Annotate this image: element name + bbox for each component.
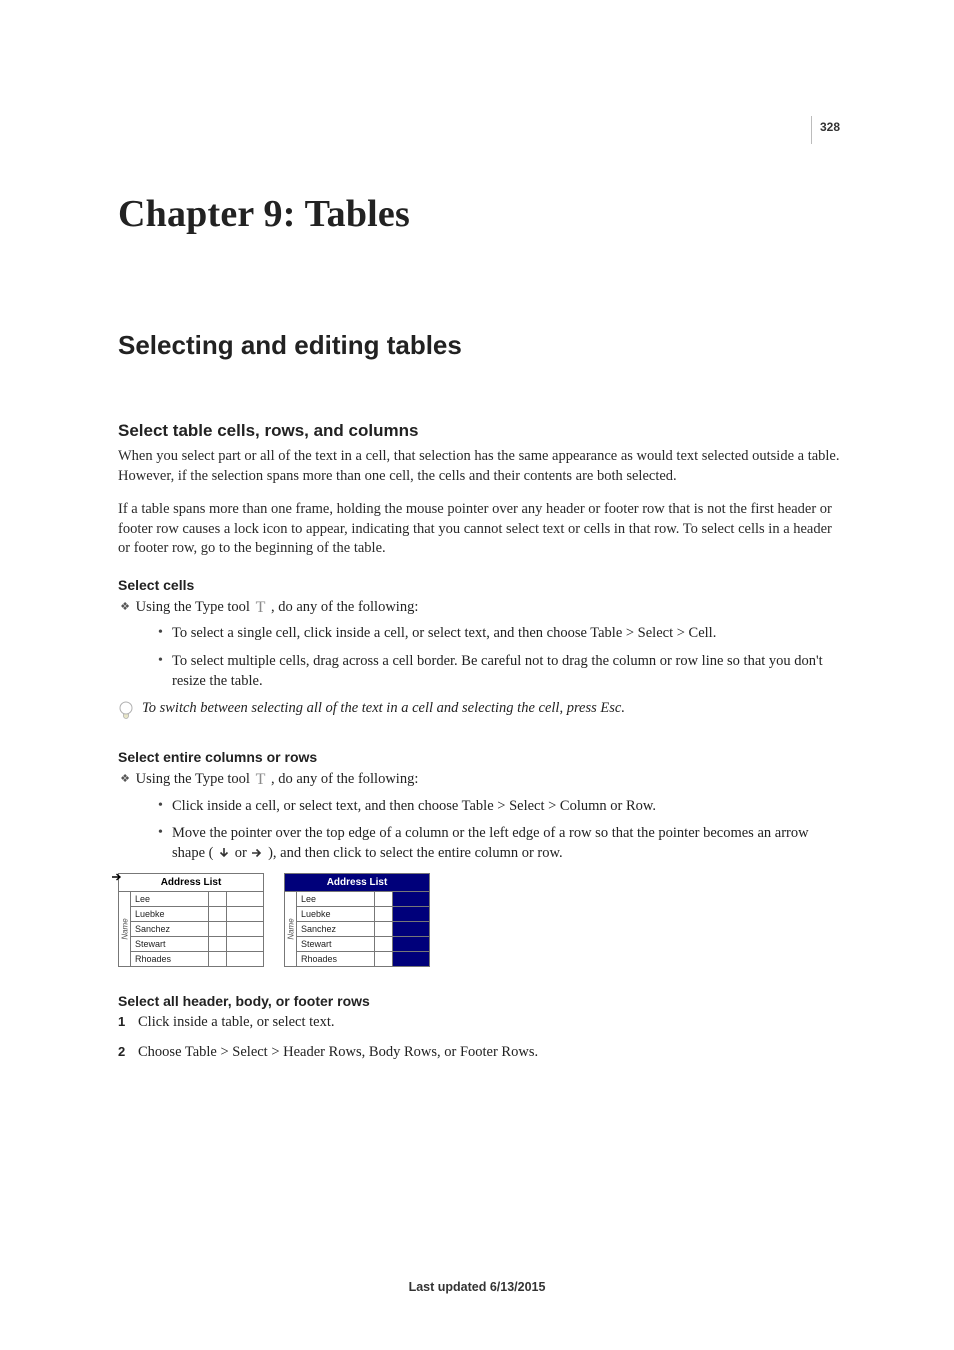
step-item: Choose Table > Select > Header Rows, Bod… [118, 1043, 840, 1063]
type-tool-icon: T [254, 597, 268, 619]
figure-cell: Luebke [297, 907, 375, 922]
figure-cell: Rhoades [131, 952, 209, 966]
figure-table-before: Address List Name Lee Luebke Sanchez Ste… [118, 873, 264, 967]
diamond-bullet-icon: ❖ [118, 600, 132, 615]
tip: To switch between selecting all of the t… [118, 699, 840, 721]
page-footer: Last updated 6/13/2015 [0, 1280, 954, 1294]
sub-heading: Select cells [118, 577, 840, 593]
topic-heading: Select table cells, rows, and columns [118, 421, 840, 441]
figure-cell: Lee [297, 892, 375, 907]
step-list: Click inside a table, or select text. Ch… [118, 1013, 840, 1062]
figure-cell: Stewart [297, 937, 375, 952]
lightbulb-icon [118, 701, 134, 721]
figure-cell: Luebke [131, 907, 209, 922]
list-item: Move the pointer over the top edge of a … [158, 824, 840, 863]
figure-cell: Lee [131, 892, 209, 907]
section-title: Selecting and editing tables [118, 330, 840, 361]
lead-line: ❖ Using the Type tool T , do any of the … [118, 597, 840, 619]
figure-header: Address List [285, 874, 429, 892]
arrow-right-icon [250, 846, 264, 860]
figure-side-label: Name [285, 892, 297, 966]
lead-text: , do any of the following: [271, 599, 418, 615]
bullet-list: Click inside a cell, or select text, and… [118, 797, 840, 864]
list-item: Click inside a cell, or select text, and… [158, 797, 840, 817]
figure-cell: Sanchez [297, 922, 375, 937]
page-number: 328 [820, 120, 840, 134]
figure-cell: Rhoades [297, 952, 375, 966]
sub-heading: Select all header, body, or footer rows [118, 993, 840, 1009]
tip-text: To switch between selecting all of the t… [142, 699, 625, 719]
lead-text: Using the Type tool [136, 599, 254, 615]
figure-side-label: Name [119, 892, 131, 966]
figure-cell: Stewart [131, 937, 209, 952]
list-item: To select multiple cells, drag across a … [158, 652, 840, 691]
diamond-bullet-icon: ❖ [118, 772, 132, 787]
page-number-rule [811, 116, 812, 144]
body-text: When you select part or all of the text … [118, 447, 840, 486]
type-tool-icon: T [254, 769, 268, 791]
page: 328 Chapter 9: Tables Selecting and edit… [0, 0, 954, 1350]
arrow-down-icon [217, 846, 231, 860]
sub-heading: Select entire columns or rows [118, 749, 840, 765]
list-item-text: or [235, 845, 251, 861]
lead-line: ❖ Using the Type tool T , do any of the … [118, 769, 840, 791]
list-item: To select a single cell, click inside a … [158, 624, 840, 644]
step-item: Click inside a table, or select text. [118, 1013, 840, 1033]
figure-header: Address List [119, 874, 263, 892]
body-text: If a table spans more than one frame, ho… [118, 500, 840, 559]
chapter-title: Chapter 9: Tables [118, 192, 840, 236]
figure: Address List Name Lee Luebke Sanchez Ste… [118, 873, 840, 967]
figure-cell: Sanchez [131, 922, 209, 937]
lead-text: , do any of the following: [271, 771, 418, 787]
arrow-right-icon [111, 872, 123, 882]
list-item-text: ), and then click to select the entire c… [268, 845, 563, 861]
lead-text: Using the Type tool [136, 771, 254, 787]
figure-table-after: Address List Name Lee Luebke Sanchez Ste… [284, 873, 430, 967]
bullet-list: To select a single cell, click inside a … [118, 624, 840, 691]
page-number-wrap: 328 [820, 118, 840, 136]
